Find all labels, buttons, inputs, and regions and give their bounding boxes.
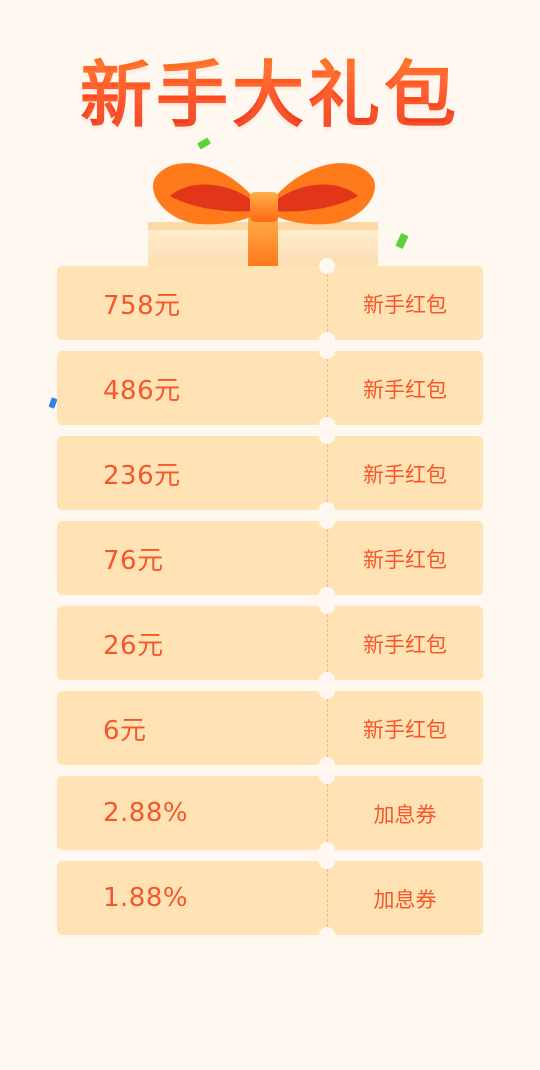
gift-box-icon xyxy=(148,163,378,280)
coupon-amount: 2.88% xyxy=(103,798,189,828)
coupon-type: 新手红包 xyxy=(363,718,447,742)
coupon-item[interactable]: 76元 新手红包 xyxy=(57,513,483,603)
coupon-type: 新手红包 xyxy=(363,548,447,572)
coupon-item[interactable]: 236元 新手红包 xyxy=(57,428,483,518)
coupon-notch xyxy=(319,513,335,529)
coupon-list: 758元 新手红包 486元 新手红包 236元 新手红包 76元 新手红包 2… xyxy=(57,258,483,946)
coupon-notch xyxy=(319,343,335,359)
gift-pack-page: 新手大礼包 758元 新手红包 486元 新手红包 236元 新手红包 76元 … xyxy=(0,0,540,1070)
coupon-amount: 26元 xyxy=(103,630,164,661)
coupon-notch xyxy=(319,927,335,943)
coupon-notch xyxy=(319,428,335,444)
coupon-item[interactable]: 2.88% 加息券 xyxy=(57,768,483,858)
coupon-item[interactable]: 6元 新手红包 xyxy=(57,683,483,773)
coupon-item[interactable]: 486元 新手红包 xyxy=(57,343,483,433)
coupon-amount: 758元 xyxy=(103,290,181,321)
coupon-item[interactable]: 1.88% 加息券 xyxy=(57,853,483,943)
coupon-divider xyxy=(327,869,328,927)
coupon-notch xyxy=(319,598,335,614)
confetti-piece xyxy=(395,232,409,250)
coupon-divider xyxy=(327,699,328,757)
coupon-type: 新手红包 xyxy=(363,293,447,317)
page-title: 新手大礼包 xyxy=(0,36,540,141)
coupon-divider xyxy=(327,274,328,332)
coupon-amount: 6元 xyxy=(103,715,147,746)
coupon-item[interactable]: 26元 新手红包 xyxy=(57,598,483,688)
coupon-type: 新手红包 xyxy=(363,378,447,402)
coupon-divider xyxy=(327,359,328,417)
coupon-notch xyxy=(319,683,335,699)
coupon-amount: 486元 xyxy=(103,375,181,406)
coupon-divider xyxy=(327,784,328,842)
coupon-notch xyxy=(319,853,335,869)
coupon-notch xyxy=(319,258,335,274)
coupon-type: 新手红包 xyxy=(363,463,447,487)
coupon-type: 加息券 xyxy=(373,888,437,912)
coupon-divider xyxy=(327,614,328,672)
coupon-amount: 76元 xyxy=(103,545,164,576)
coupon-type: 新手红包 xyxy=(363,633,447,657)
coupon-amount: 236元 xyxy=(103,460,181,491)
coupon-item[interactable]: 758元 新手红包 xyxy=(57,258,483,348)
coupon-divider xyxy=(327,444,328,502)
coupon-amount: 1.88% xyxy=(103,883,189,913)
coupon-type: 加息券 xyxy=(373,803,437,827)
coupon-divider xyxy=(327,529,328,587)
coupon-notch xyxy=(319,768,335,784)
